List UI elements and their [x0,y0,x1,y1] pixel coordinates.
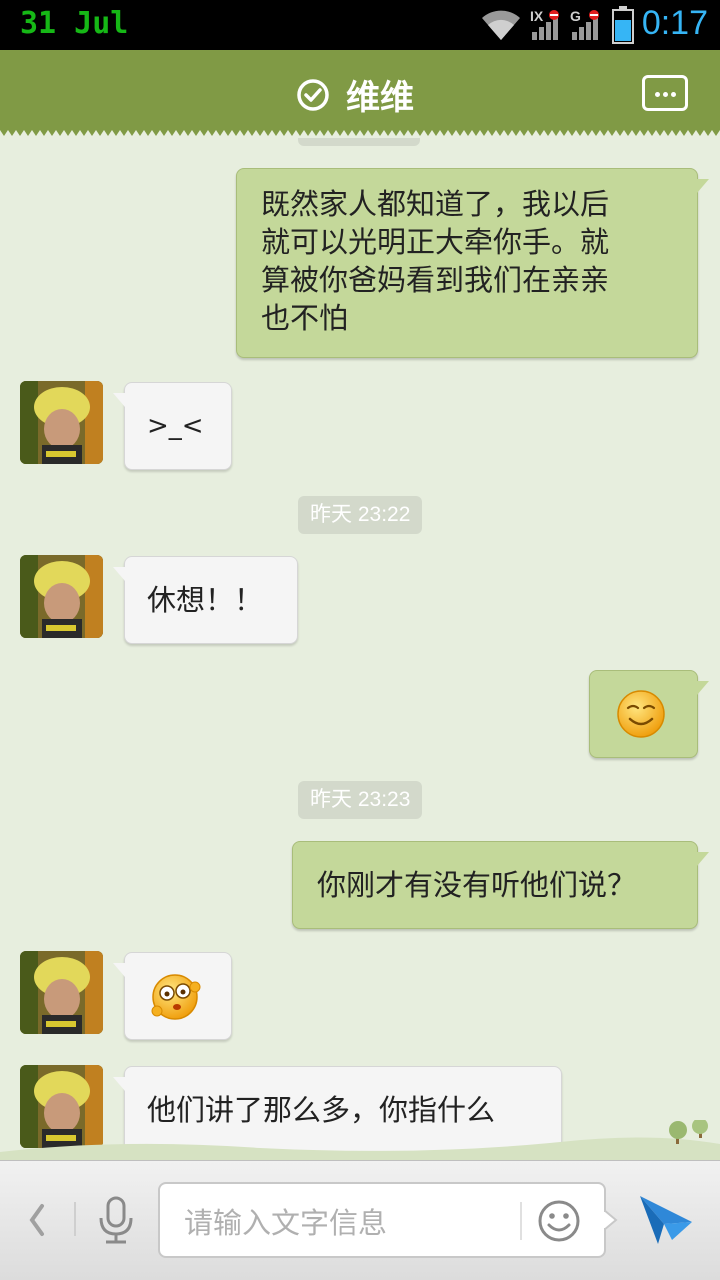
message-bubble-sent[interactable] [589,670,709,758]
status-time: 0:17 [641,4,708,42]
message-text: 既然家人都知道了，我以后 [261,187,610,221]
avatar-photo-icon [20,381,103,464]
decorative-hills [0,1120,720,1160]
back-chevron-icon[interactable] [24,1200,48,1240]
status-date: 31 Jul [20,6,129,41]
timestamp-partial [298,138,420,146]
divider [74,1202,76,1236]
input-tail [604,1210,618,1230]
signal-icon [572,10,599,40]
message-bubble-received[interactable] [113,952,232,1040]
message-text: 休想！！ [147,583,264,617]
message-text: 算被你爸妈看到我们在亲亲 [261,263,610,297]
header-zigzag-edge [0,128,720,136]
chat-message-list[interactable]: 既然家人都知道了，我以后 就可以光明正大牵你手。就 算被你爸妈看到我们在亲亲 也… [0,138,720,1160]
avatar[interactable] [20,951,103,1034]
message-input-placeholder: 请输入文字信息 [184,1206,388,1240]
more-options-icon [655,92,660,97]
message-text: 你刚才有没有听他们说？ [317,868,637,902]
message-bubble-sent[interactable]: 既然家人都知道了，我以后 就可以光明正大牵你手。就 算被你爸妈看到我们在亲亲 也… [236,168,709,358]
send-icon[interactable] [638,1194,694,1246]
status-bar: 31 Jul IX G 0:17 [0,0,720,50]
message-bubble-sent[interactable]: 你刚才有没有听他们说？ [292,841,709,929]
message-text: 也不怕 [261,301,349,335]
microphone-icon[interactable] [96,1196,136,1246]
message-bubble-received[interactable]: 休想！！ [113,556,298,644]
avatar-photo-icon [20,555,103,638]
timestamp: 昨天 23:22 [298,496,423,534]
dizzy-emoji-icon [151,974,201,1020]
wifi-icon [482,10,520,40]
avatar-photo-icon [20,951,103,1034]
battery-icon [612,6,634,44]
divider [520,1202,522,1240]
emoji-smiley-icon[interactable] [537,1199,581,1243]
signal-icon [532,10,559,40]
message-bubble-received[interactable]: >_< [113,382,232,470]
chat-title: 维维 [346,78,414,118]
verified-check-icon [297,79,329,111]
message-text: >_< [147,411,204,441]
avatar[interactable] [20,381,103,464]
avatar[interactable] [20,555,103,638]
message-text: 就可以光明正大牵你手。就 [261,225,610,259]
more-options-button[interactable] [642,75,688,111]
content-smile-emoji-icon [617,690,665,738]
timestamp: 昨天 23:23 [298,781,423,819]
